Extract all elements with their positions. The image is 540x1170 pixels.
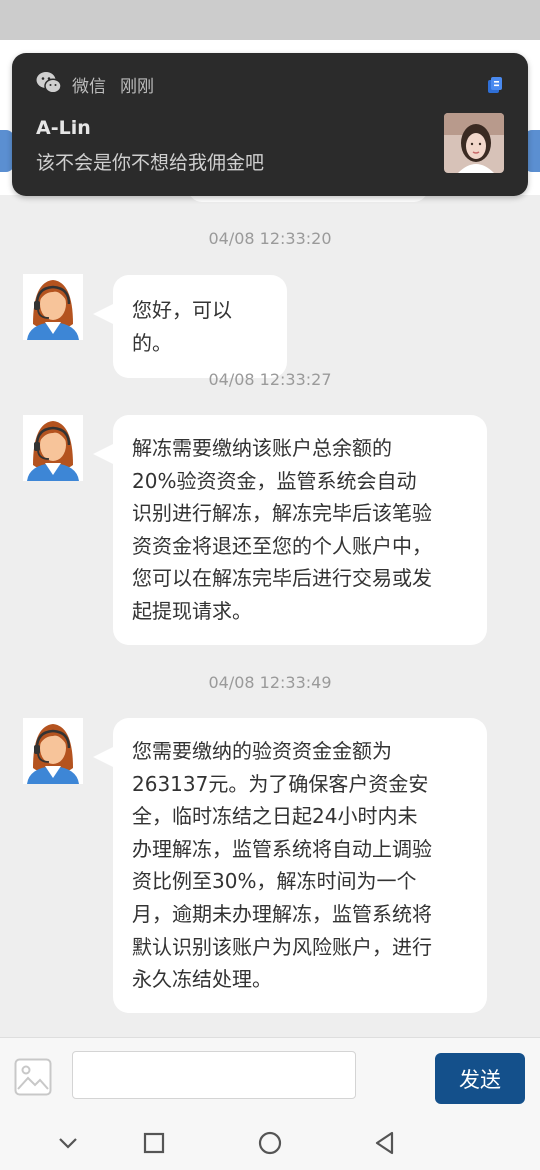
message-composer: 发送 bbox=[0, 1037, 540, 1115]
message-input[interactable] bbox=[72, 1051, 356, 1099]
chevron-down-icon[interactable] bbox=[55, 1130, 81, 1156]
message-bubble: 您需要缴纳的验资资金金额为 263137元。为了确保客户资金安 全，临时冻结之日… bbox=[93, 718, 487, 1013]
recents-square-icon[interactable] bbox=[141, 1130, 167, 1156]
home-circle-icon[interactable] bbox=[257, 1130, 283, 1156]
system-navigation-bar bbox=[0, 1114, 540, 1170]
message-bubble: 解冻需要缴纳该账户总余额的 20%验资资金，监管系统会自动 识别进行解冻，解冻完… bbox=[93, 415, 487, 645]
message-line: 默认识别该账户为风险账户，进行 bbox=[132, 934, 432, 959]
notification-banner[interactable]: 微信 刚刚 A-Lin 该不会是你不想给我佣金吧 bbox=[12, 53, 528, 196]
message-timestamp: 04/08 12:33:20 bbox=[208, 229, 332, 248]
message-line: 您可以在解冻完毕后进行交易或发 bbox=[132, 566, 432, 591]
agent-avatar bbox=[23, 415, 83, 481]
message-line: 办理解冻，监管系统将自动上调验 bbox=[132, 836, 432, 861]
message-line: 20%验资资金，监管系统会自动 bbox=[132, 468, 417, 493]
notification-message: 该不会是你不想给我佣金吧 bbox=[36, 152, 265, 174]
message-line: 资资金将退还至您的个人账户中， bbox=[132, 533, 432, 558]
wechat-icon bbox=[36, 72, 62, 94]
message-timestamp: 04/08 12:33:27 bbox=[208, 370, 332, 389]
back-triangle-icon[interactable] bbox=[372, 1130, 398, 1156]
message-timestamp: 04/08 12:33:49 bbox=[208, 673, 332, 692]
sender-avatar bbox=[444, 113, 504, 173]
message-line: 资比例至30%，解冻时间为一个 bbox=[132, 869, 417, 894]
message-line: 您需要缴纳的验资资金金额为 bbox=[132, 739, 392, 763]
send-button[interactable]: 发送 bbox=[435, 1053, 525, 1104]
notification-app-name: 微信 bbox=[72, 77, 106, 97]
message-line: 识别进行解冻，解冻完毕后该笔验 bbox=[132, 501, 432, 526]
status-bar bbox=[0, 0, 540, 40]
notification-time: 刚刚 bbox=[120, 77, 154, 97]
notification-sender: A-Lin bbox=[36, 117, 91, 139]
message-line: 永久冻结处理。 bbox=[132, 967, 272, 992]
message-line: 全，临时冻结之日起24小时内未 bbox=[132, 804, 418, 829]
agent-avatar bbox=[23, 274, 83, 340]
message-line: 起提现请求。 bbox=[132, 598, 252, 623]
message-badge-icon bbox=[488, 77, 502, 93]
message-line: 您好，可以的。 bbox=[132, 298, 232, 355]
message-line: 263137元。为了确保客户资金安 bbox=[132, 771, 429, 796]
message-line: 月，逾期未办理解冻，监管系统将 bbox=[132, 901, 432, 926]
message-bubble: 您好，可以的。 bbox=[93, 275, 287, 379]
agent-avatar bbox=[23, 718, 83, 784]
image-icon[interactable] bbox=[14, 1058, 52, 1096]
message-line: 解冻需要缴纳该账户总余额的 bbox=[132, 436, 392, 460]
